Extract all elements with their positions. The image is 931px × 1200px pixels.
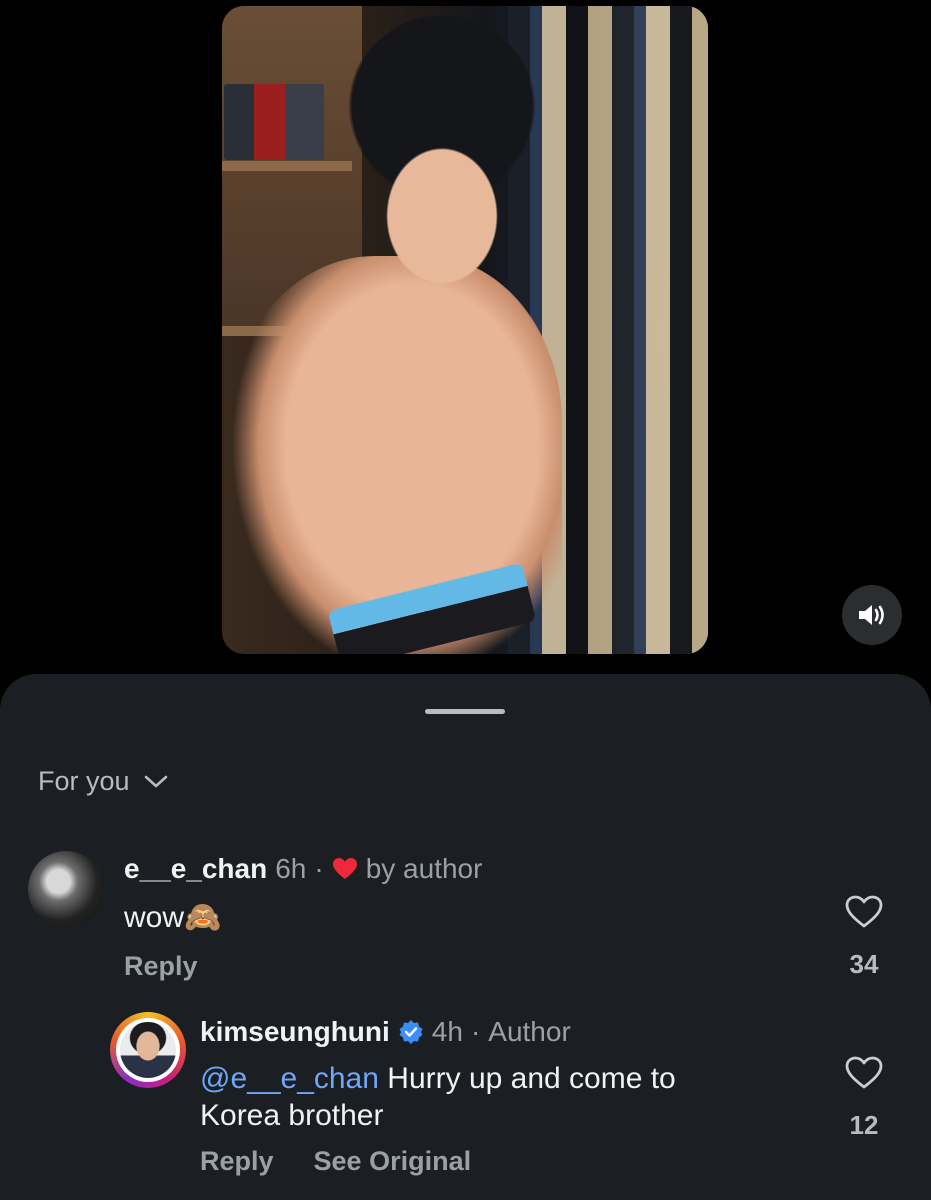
heart-outline-icon[interactable] xyxy=(845,895,883,929)
video-person-head xyxy=(332,16,552,316)
monkey-emoji: 🙈 xyxy=(184,901,222,934)
comments-sheet: For you e__e_chan 6h · by author wow🙈 Re… xyxy=(0,674,931,1200)
mention-link[interactable]: @e__e_chan xyxy=(200,1062,379,1095)
comment-like: 34 xyxy=(834,895,894,980)
meta-separator: · xyxy=(314,853,324,884)
sheet-drag-handle[interactable] xyxy=(425,709,505,714)
liked-by-author-label: by author xyxy=(365,853,483,884)
comment-like: 12 xyxy=(834,1056,894,1141)
comment-meta: e__e_chan 6h · by author xyxy=(124,853,482,885)
comment-actions: Reply xyxy=(124,951,198,982)
video-shelf-boxes xyxy=(224,84,324,160)
comment-actions: Reply See Original xyxy=(200,1146,471,1177)
comments-filter-dropdown[interactable]: For you xyxy=(38,766,168,797)
comment-text: wow🙈 xyxy=(124,899,221,936)
reel-screen: For you e__e_chan 6h · by author wow🙈 Re… xyxy=(0,0,931,1200)
comment-username[interactable]: e__e_chan xyxy=(124,853,267,885)
see-original-button[interactable]: See Original xyxy=(314,1146,472,1177)
sound-toggle-button[interactable] xyxy=(842,585,902,645)
comment-text-content: wow xyxy=(124,901,185,934)
comment-text: @e__e_chan Hurry up and come to Korea br… xyxy=(200,1060,760,1134)
verified-badge-icon xyxy=(399,1020,423,1044)
like-count: 34 xyxy=(849,949,879,979)
speaker-icon xyxy=(859,605,884,625)
reply-button[interactable]: Reply xyxy=(124,951,198,982)
meta-separator: · xyxy=(470,1016,481,1047)
chevron-down-icon xyxy=(144,775,167,787)
comment-meta: kimseunghuni 4h · Author xyxy=(200,1016,571,1048)
heart-filled-icon xyxy=(332,858,357,879)
comment-time: 4h xyxy=(431,1016,463,1047)
filter-label: For you xyxy=(38,766,130,796)
comment-username[interactable]: kimseunghuni xyxy=(200,1016,390,1048)
author-badge: Author xyxy=(488,1016,571,1047)
avatar[interactable] xyxy=(116,1018,180,1082)
heart-outline-icon[interactable] xyxy=(845,1056,883,1090)
avatar[interactable] xyxy=(28,851,104,927)
video-player[interactable] xyxy=(222,6,708,654)
reply-button[interactable]: Reply xyxy=(200,1146,274,1177)
comment-time: 6h xyxy=(275,853,307,884)
like-count: 12 xyxy=(849,1110,879,1140)
